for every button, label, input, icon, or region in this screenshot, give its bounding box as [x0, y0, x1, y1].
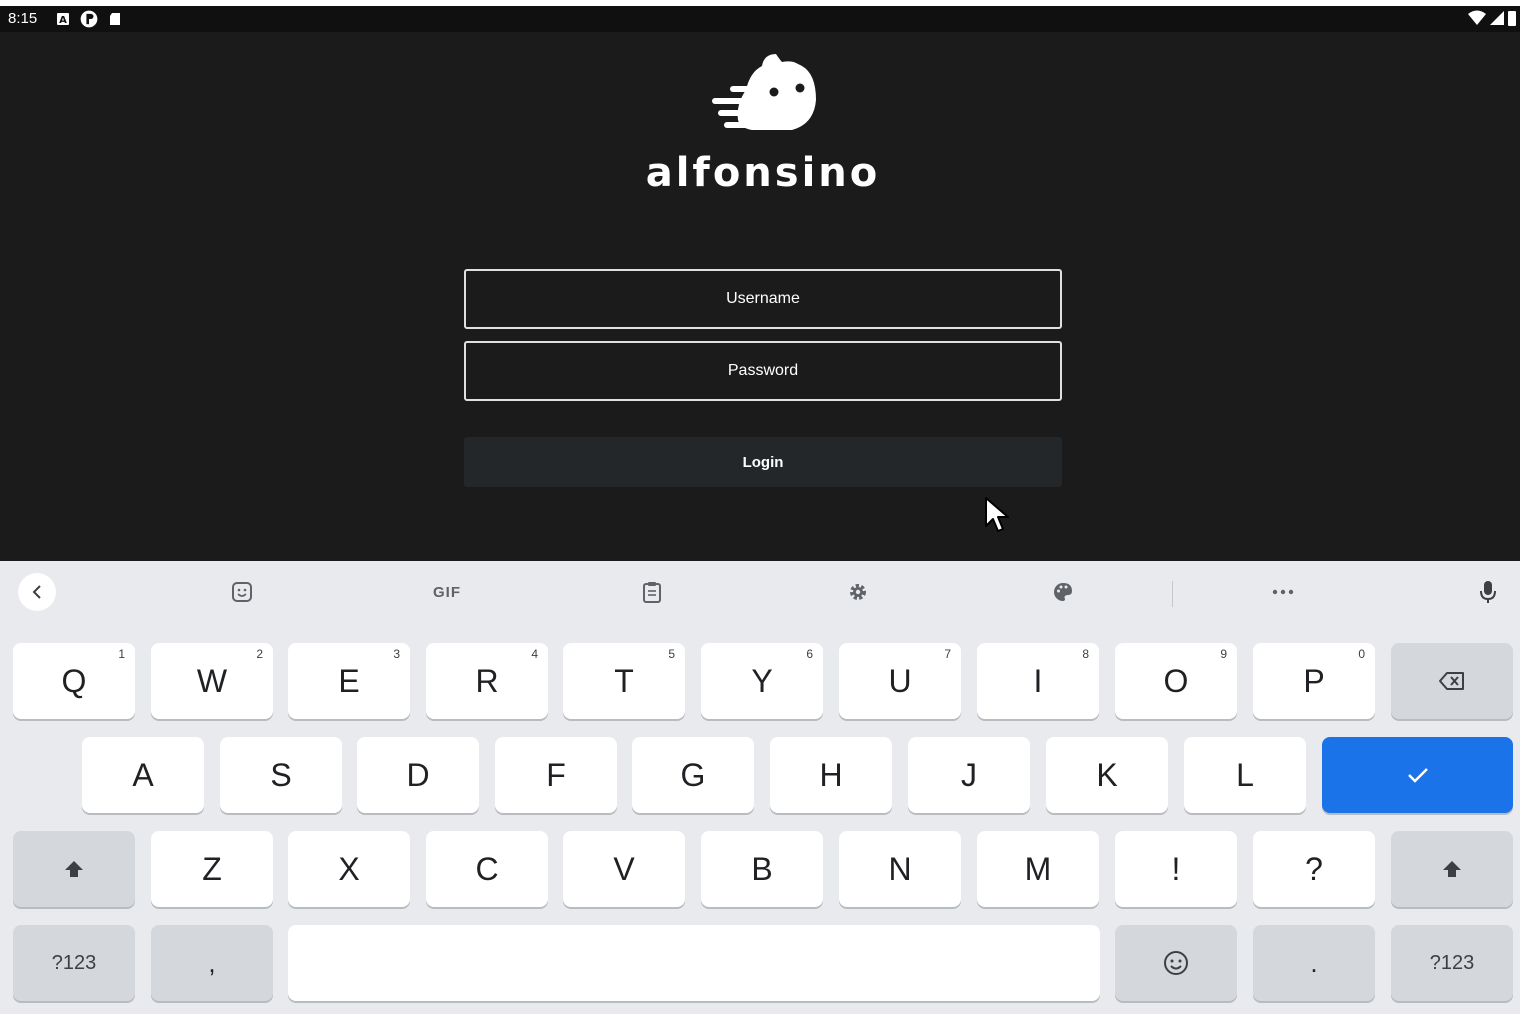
- key-z[interactable]: Z: [151, 831, 273, 907]
- shift-key-right[interactable]: [1391, 831, 1513, 907]
- microphone-icon[interactable]: [1469, 573, 1507, 611]
- key-y[interactable]: Y6: [701, 643, 823, 719]
- key-k[interactable]: K: [1046, 737, 1168, 813]
- key-u[interactable]: U7: [839, 643, 961, 719]
- key-m[interactable]: M: [977, 831, 1099, 907]
- enter-done-key[interactable]: [1322, 737, 1513, 813]
- keyboard-toolbar: GIF: [0, 561, 1520, 625]
- signal-icon: [1490, 11, 1504, 25]
- palette-icon[interactable]: [1044, 573, 1082, 611]
- status-time: 8:15: [8, 10, 38, 27]
- key-b[interactable]: B: [701, 831, 823, 907]
- key-f[interactable]: F: [495, 737, 617, 813]
- key-r[interactable]: R4: [426, 643, 548, 719]
- svg-text:A: A: [59, 15, 67, 26]
- wifi-icon: [1468, 10, 1486, 25]
- gear-icon[interactable]: [839, 573, 877, 611]
- alfonsino-logo: [712, 54, 816, 130]
- period-key[interactable]: .: [1253, 925, 1375, 1001]
- chevron-left-icon[interactable]: [18, 573, 56, 611]
- key-e[interactable]: E3: [288, 643, 410, 719]
- symbols-key-right[interactable]: ?123: [1391, 925, 1513, 1001]
- status-icons-left: A: [56, 10, 122, 28]
- symbols-key-left[interactable]: ?123: [13, 925, 135, 1001]
- key-d[interactable]: D: [357, 737, 479, 813]
- status-icons-right: [1468, 10, 1516, 26]
- key-q[interactable]: Q1: [13, 643, 135, 719]
- toolbar-divider: [1172, 581, 1173, 607]
- brand-name: alfonsino: [645, 150, 881, 196]
- checkmark-icon: [1407, 768, 1428, 783]
- key-h[interactable]: H: [770, 737, 892, 813]
- shift-key-left[interactable]: [13, 831, 135, 907]
- password-field[interactable]: Password: [464, 341, 1062, 401]
- emoji-key[interactable]: [1115, 925, 1237, 1001]
- mouse-cursor-icon: [985, 497, 1009, 532]
- key-v[interactable]: V: [563, 831, 685, 907]
- clipboard-icon[interactable]: [633, 573, 671, 611]
- shift-icon: [65, 861, 83, 877]
- key-t[interactable]: T5: [563, 643, 685, 719]
- status-bar: 8:15 A: [0, 0, 1520, 32]
- login-button[interactable]: Login: [464, 437, 1062, 487]
- backspace-icon: [1439, 672, 1464, 690]
- sticker-icon[interactable]: [223, 573, 261, 611]
- space-key[interactable]: [288, 925, 1100, 1001]
- key-i[interactable]: I8: [977, 643, 1099, 719]
- username-field[interactable]: Username: [464, 269, 1062, 329]
- text-a-icon: A: [57, 13, 69, 26]
- shift-icon: [1443, 861, 1461, 877]
- key-o[interactable]: O9: [1115, 643, 1237, 719]
- key-c[interactable]: C: [426, 831, 548, 907]
- emoji-icon: [1164, 951, 1188, 975]
- key-l[interactable]: L: [1184, 737, 1306, 813]
- key-s[interactable]: S: [220, 737, 342, 813]
- key-x[interactable]: X: [288, 831, 410, 907]
- circle-p-icon: [80, 10, 98, 28]
- comma-key[interactable]: ,: [151, 925, 273, 1001]
- more-icon[interactable]: [1264, 573, 1302, 611]
- battery-icon: [1508, 11, 1516, 26]
- key-a[interactable]: A: [82, 737, 204, 813]
- key-exclamation[interactable]: !: [1115, 831, 1237, 907]
- key-w[interactable]: W2: [151, 643, 273, 719]
- login-screen: alfonsino Username Password Login: [0, 32, 1520, 560]
- key-g[interactable]: G: [632, 737, 754, 813]
- key-p[interactable]: P0: [1253, 643, 1375, 719]
- backspace-key[interactable]: [1391, 643, 1513, 719]
- on-screen-keyboard: GIF Q1 W2 E3 R4 T5 Y6 U7 I8 O9 P0 A S D …: [0, 561, 1520, 1014]
- key-n[interactable]: N: [839, 831, 961, 907]
- sd-card-icon: [110, 13, 120, 25]
- key-question[interactable]: ?: [1253, 831, 1375, 907]
- gif-icon[interactable]: GIF: [427, 573, 467, 611]
- key-j[interactable]: J: [908, 737, 1030, 813]
